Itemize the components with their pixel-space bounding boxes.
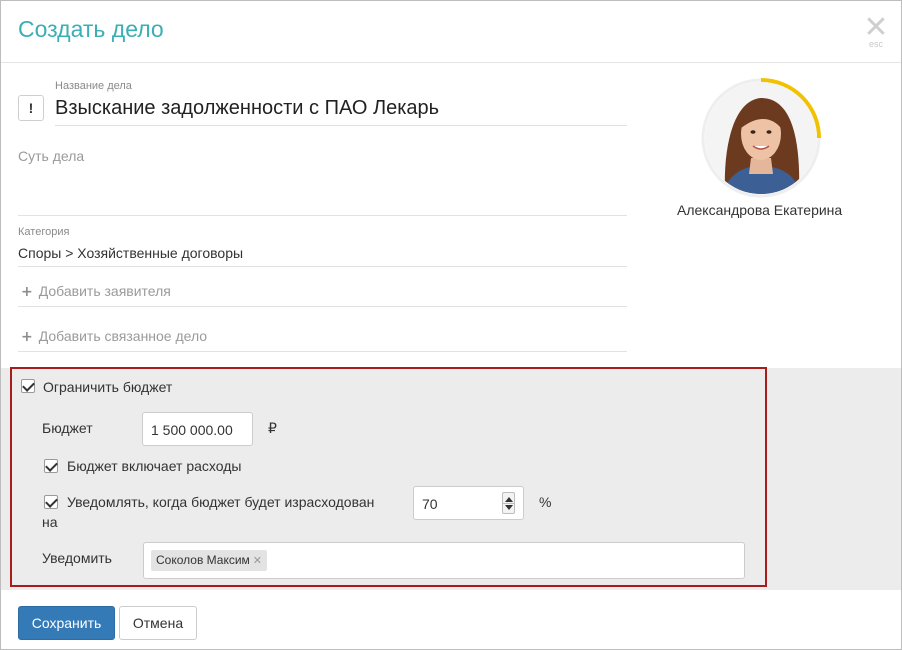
notify-on-spend-label-continued: на bbox=[42, 514, 58, 530]
close-icon: ✕ bbox=[863, 10, 889, 45]
add-related-case-label: Добавить связанное дело bbox=[38, 328, 208, 344]
create-case-dialog: Создать дело ✕ esc Название дела ! Взыск… bbox=[0, 0, 902, 650]
applicant-underline bbox=[18, 306, 627, 307]
percent-sign: % bbox=[539, 494, 552, 510]
remove-tag-icon[interactable]: ✕ bbox=[253, 554, 262, 567]
notify-recipients-field[interactable]: Соколов Максим ✕ bbox=[143, 542, 745, 579]
plus-icon: + bbox=[21, 284, 33, 300]
category-label: Категория bbox=[18, 226, 70, 238]
recipient-tag-label: Соколов Максим bbox=[156, 553, 250, 567]
save-button[interactable]: Сохранить bbox=[18, 606, 115, 640]
budget-includes-expenses-checkbox[interactable] bbox=[44, 459, 58, 473]
limit-budget-label: Ограничить бюджет bbox=[43, 379, 173, 395]
category-select[interactable]: Споры > Хозяйственные договоры bbox=[18, 245, 243, 261]
case-essence-input[interactable]: Суть дела bbox=[18, 148, 84, 164]
notify-percent-value: 70 bbox=[422, 496, 438, 512]
budget-label: Бюджет bbox=[42, 420, 93, 436]
responsible-name: Александрова Екатерина bbox=[677, 202, 843, 218]
case-name-input[interactable]: Взыскание задолженности с ПАО Лекарь bbox=[55, 97, 439, 120]
add-applicant-label: Добавить заявителя bbox=[38, 283, 171, 299]
notify-on-spend-label: Уведомлять, когда бюджет будет израсходо… bbox=[67, 494, 375, 510]
cancel-button[interactable]: Отмена bbox=[119, 606, 197, 640]
importance-toggle-button[interactable]: ! bbox=[18, 95, 44, 121]
dialog-title: Создать дело bbox=[18, 16, 164, 42]
essence-underline bbox=[18, 215, 627, 216]
add-related-case-link[interactable]: + Добавить связанное дело bbox=[21, 328, 207, 345]
spin-down-icon[interactable] bbox=[505, 505, 513, 510]
dialog-header: Создать дело ✕ esc bbox=[1, 1, 901, 63]
notify-on-spend-checkbox[interactable] bbox=[44, 495, 58, 509]
responsible-avatar[interactable] bbox=[699, 76, 823, 200]
spin-divider bbox=[503, 503, 514, 504]
recipient-tag[interactable]: Соколов Максим ✕ bbox=[151, 550, 268, 571]
spin-up-icon[interactable] bbox=[505, 497, 513, 502]
notify-whom-label: Уведомить bbox=[42, 550, 112, 566]
case-name-label: Название дела bbox=[55, 80, 132, 92]
limit-budget-checkbox[interactable] bbox=[21, 379, 35, 393]
category-underline bbox=[18, 266, 627, 267]
add-applicant-link[interactable]: + Добавить заявителя bbox=[21, 283, 171, 300]
avatar bbox=[705, 82, 817, 194]
case-name-underline bbox=[55, 125, 627, 126]
person-photo-icon bbox=[705, 82, 817, 194]
plus-icon: + bbox=[21, 329, 33, 345]
currency-symbol: ₽ bbox=[268, 420, 277, 436]
budget-amount-input[interactable]: 1 500 000.00 bbox=[142, 412, 253, 446]
percent-spin-buttons bbox=[502, 492, 515, 514]
notify-percent-stepper[interactable]: 70 bbox=[413, 486, 524, 520]
budget-includes-expenses-label: Бюджет включает расходы bbox=[67, 458, 242, 474]
close-button[interactable]: ✕ esc bbox=[863, 10, 889, 50]
related-case-underline bbox=[18, 351, 627, 352]
